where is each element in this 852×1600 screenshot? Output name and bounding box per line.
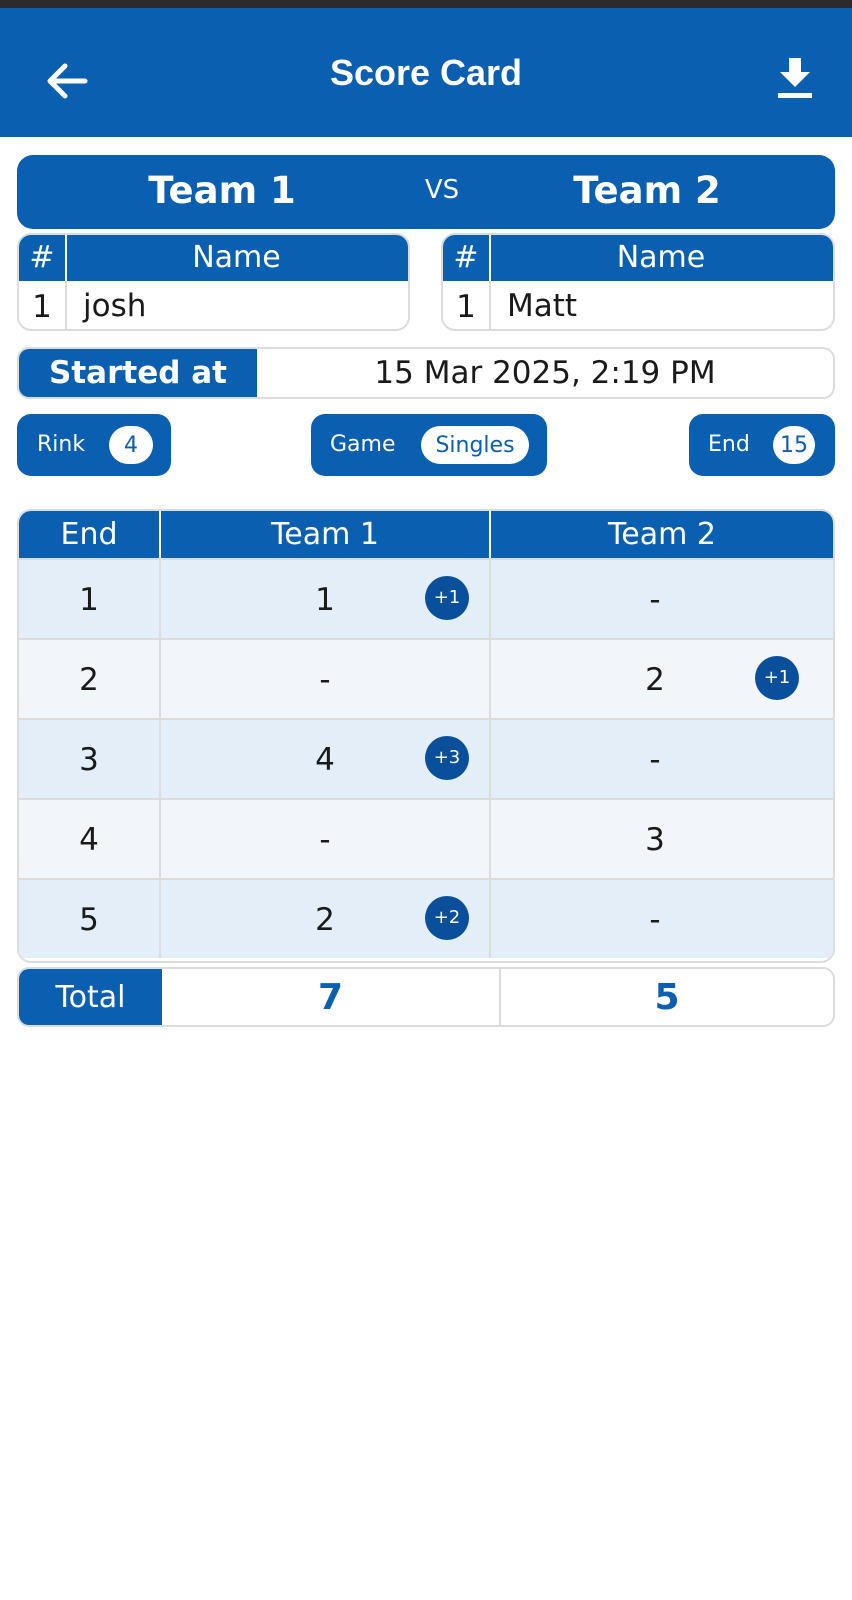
end-number: 5 (79, 902, 99, 938)
end-column-header: End (60, 517, 118, 552)
roster-row: 1 Matt (443, 281, 833, 329)
team2-score: 3 (645, 822, 665, 858)
end-number: 4 (79, 822, 99, 858)
end-number: 3 (79, 742, 99, 778)
end-label: End (708, 432, 750, 457)
end-number: 1 (79, 582, 99, 618)
player-number: 1 (456, 289, 476, 325)
score-table: End Team 1 Team 2 1 1 +1-2-2 +1 3 4 +3-4-3 5 2 +2… (17, 509, 835, 963)
team2-score: - (649, 582, 661, 618)
game-value: Singles (421, 426, 529, 464)
download-button[interactable] (770, 52, 820, 104)
roster-name-header: Name (192, 240, 281, 275)
started-at-value: 15 Mar 2025, 2:19 PM (374, 355, 716, 391)
team1-points-badge: +2 (425, 896, 469, 940)
roster-name-header: Name (616, 240, 706, 275)
roster-header: # Name (443, 235, 833, 281)
team1-total: 7 (317, 977, 344, 1018)
rink-pill: Rink 4 (17, 414, 171, 476)
team2-points-badge: +1 (755, 656, 799, 700)
matchup-header: Team 1 VS Team 2 (17, 155, 835, 229)
app-bar: Score Card (0, 8, 852, 137)
end-number: 2 (79, 662, 99, 698)
score-row: 2-2 +1 (19, 638, 833, 718)
team2-score: - (649, 742, 661, 778)
game-pill: Game Singles (311, 414, 547, 476)
score-row: 5 2 +2- (19, 878, 833, 958)
team1-points-badge: +3 (425, 736, 469, 780)
score-row: 4 - 3 (19, 798, 833, 878)
player-name: josh (83, 288, 147, 324)
score-row: 3 4 +3- (19, 718, 833, 798)
end-value: 15 (773, 426, 815, 464)
team2-score: - (649, 902, 661, 938)
roster-row: 1 josh (19, 281, 408, 329)
game-label: Game (330, 432, 396, 457)
roster-number-header: # (29, 240, 55, 275)
team1-score: - (319, 822, 331, 858)
team2-total: 5 (654, 977, 680, 1018)
score-row: 1 1 +1- (19, 558, 833, 638)
status-bar (0, 0, 852, 8)
total-label: Total (19, 969, 162, 1025)
rink-value: 4 (109, 426, 153, 464)
player-number: 1 (32, 289, 52, 325)
started-at-row: Started at 15 Mar 2025, 2:19 PM (17, 347, 835, 399)
score-table-header: End Team 1 Team 2 (19, 511, 833, 558)
team2-name: Team 2 (573, 169, 721, 212)
roster-header: # Name (19, 235, 408, 281)
roster-number-header: # (453, 240, 479, 275)
team1-name: Team 1 (148, 169, 296, 212)
rink-label: Rink (37, 432, 86, 457)
total-row: Total 7 5 (17, 967, 835, 1027)
team1-column-header: Team 1 (271, 517, 379, 552)
end-pill: End 15 (689, 414, 835, 476)
team2-roster: # Name 1 Matt (441, 233, 835, 331)
started-at-label: Started at (19, 349, 257, 397)
team1-roster: # Name 1 josh (17, 233, 410, 331)
team2-column-header: Team 2 (608, 517, 716, 552)
team1-points-badge: +1 (425, 576, 469, 620)
team1-score: - (319, 662, 331, 698)
download-icon (778, 58, 812, 98)
page-title: Score Card (329, 52, 523, 93)
player-name: Matt (507, 288, 578, 324)
